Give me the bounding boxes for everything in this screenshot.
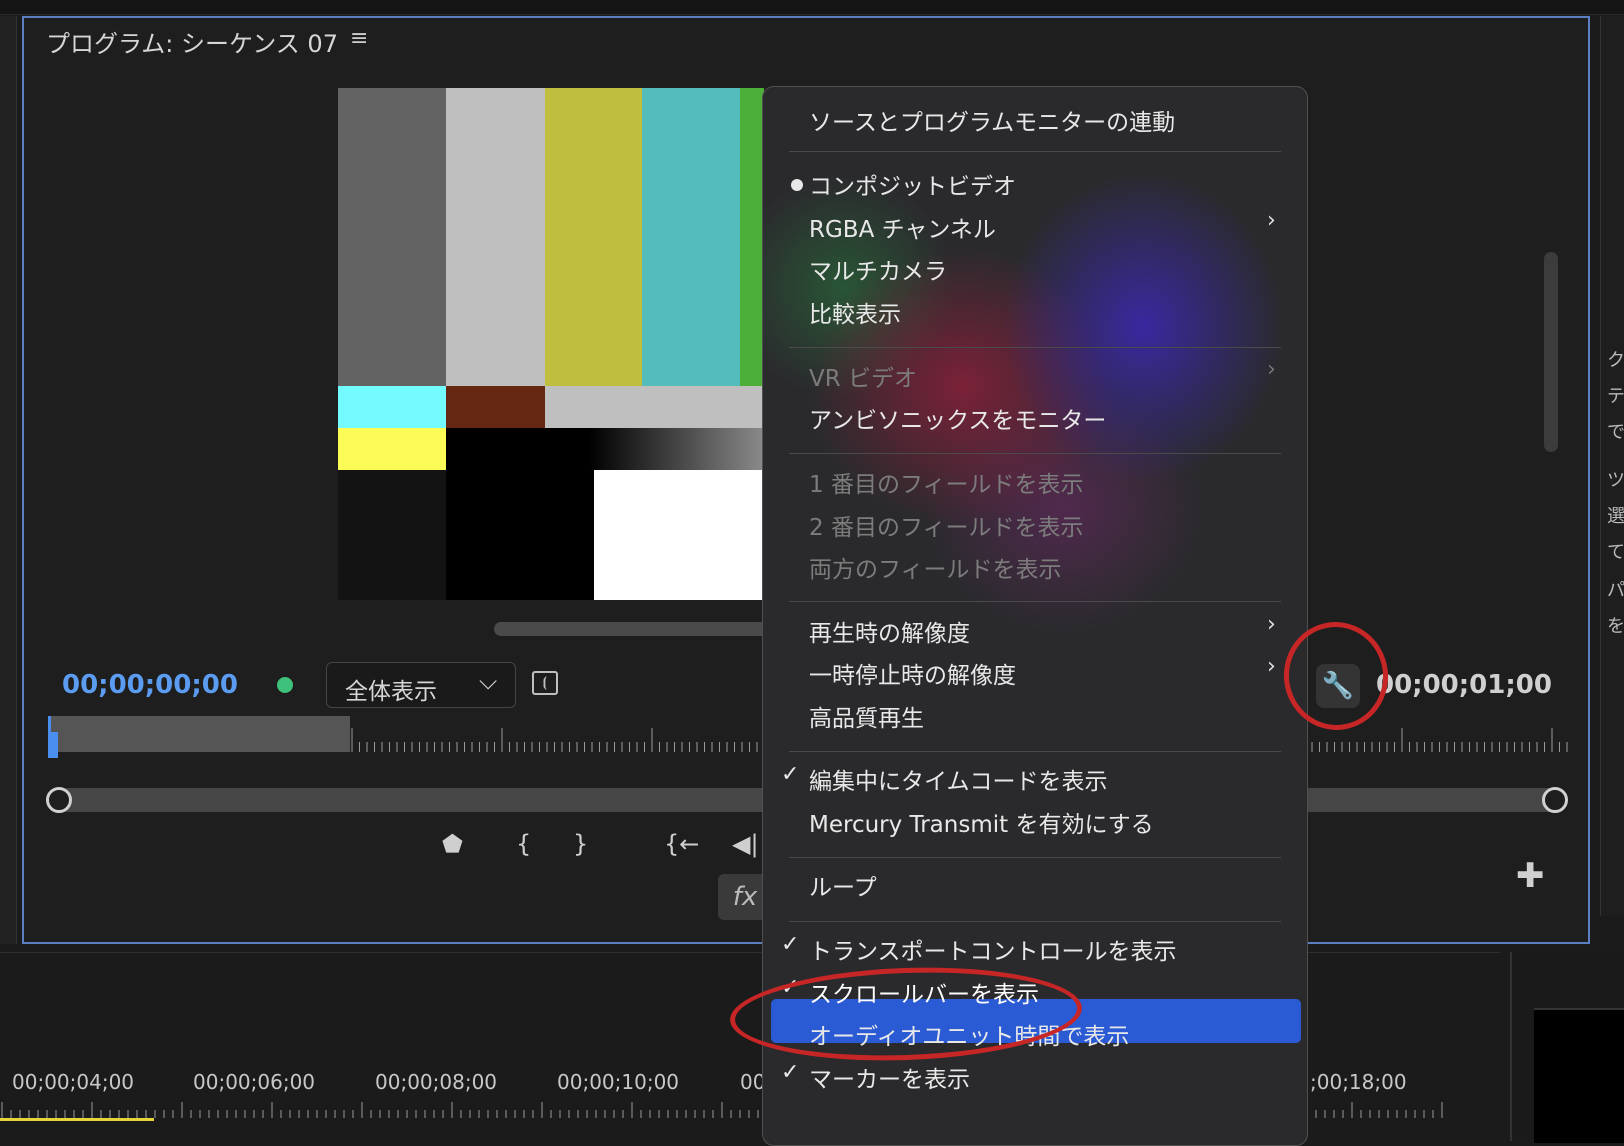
- menu-divider: [789, 601, 1281, 602]
- menu-item-compare-view[interactable]: 比較表示: [809, 295, 901, 329]
- menu-item-vr-video[interactable]: VR ビデオ: [809, 359, 917, 393]
- panel-text: ツ: [1607, 470, 1624, 491]
- menu-divider: [789, 347, 1281, 348]
- color-bar: [594, 470, 764, 600]
- color-bar: [338, 386, 446, 428]
- color-bar: [545, 386, 764, 428]
- chevron-down-icon: ⌵: [479, 667, 498, 695]
- color-bar: [446, 386, 545, 428]
- frame-icon[interactable]: ⦗: [532, 671, 558, 695]
- panel-text: を: [1607, 616, 1624, 637]
- horizontal-scrollbar[interactable]: [494, 622, 774, 636]
- menu-item-ambisonics-monitor[interactable]: アンビソニックスをモニター: [809, 401, 1106, 435]
- radio-dot-icon: [791, 179, 803, 191]
- status-dot: [277, 677, 293, 693]
- go-to-in-button[interactable]: {←: [664, 830, 699, 858]
- ruler-selection[interactable]: [48, 716, 350, 752]
- menu-item-composite-video[interactable]: コンポジットビデオ: [809, 167, 1016, 201]
- menu-item-second-field[interactable]: 2 番目のフィールドを表示: [809, 508, 1083, 542]
- right-side-panel: ク テ で ツ 選 て パ を: [1600, 16, 1624, 916]
- menu-item-rgba-channel[interactable]: RGBA チャンネル: [809, 210, 996, 244]
- menu-divider: [789, 751, 1281, 752]
- menu-divider: [789, 453, 1281, 454]
- mark-in-button[interactable]: {: [516, 830, 531, 858]
- chevron-right-icon: ›: [1267, 357, 1276, 382]
- menu-item-multicam[interactable]: マルチカメラ: [809, 252, 947, 286]
- panel-text: で: [1607, 422, 1624, 443]
- checkmark-icon: ✓: [781, 762, 800, 787]
- video-preview: [338, 88, 764, 600]
- menu-item-loop[interactable]: ループ: [809, 868, 877, 902]
- menu-item-both-fields[interactable]: 両方のフィールドを表示: [809, 550, 1062, 584]
- work-area-bar: [0, 1118, 154, 1121]
- menu-item-show-transport-controls[interactable]: トランスポートコントロールを表示: [809, 932, 1177, 966]
- panel-menu-icon[interactable]: ≡: [350, 26, 368, 51]
- menu-divider: [789, 921, 1281, 922]
- color-bar: [545, 88, 642, 386]
- step-back-button[interactable]: ◀|: [732, 830, 759, 858]
- playhead[interactable]: [48, 732, 58, 758]
- zoom-level-label: 全体表示: [345, 679, 437, 705]
- timeline-time-label: 00;00;06;00: [193, 1070, 316, 1094]
- menu-item-mercury-transmit[interactable]: Mercury Transmit を有効にする: [809, 805, 1154, 839]
- menu-item-first-field[interactable]: 1 番目のフィールドを表示: [809, 465, 1083, 499]
- add-marker-button[interactable]: ⬟: [442, 830, 463, 858]
- panel-text: て: [1607, 542, 1624, 563]
- panel-text: パ: [1607, 580, 1624, 601]
- color-bar: [338, 428, 446, 470]
- chevron-right-icon: ›: [1267, 612, 1276, 637]
- duration-timecode: 00;00;01;00: [1376, 670, 1552, 700]
- zoom-level-select[interactable]: 全体表示 ⌵: [326, 662, 516, 708]
- timeline-time-label: 00;00;10;00: [557, 1070, 680, 1094]
- menu-item-paused-resolution[interactable]: 一時停止時の解像度: [809, 656, 1016, 690]
- color-bar: [446, 428, 764, 470]
- panel-text: ク: [1607, 350, 1624, 371]
- menu-divider: [789, 151, 1281, 152]
- menu-item-link-monitors[interactable]: ソースとプログラムモニターの連動: [809, 103, 1175, 137]
- chevron-right-icon: ›: [1267, 654, 1276, 679]
- timeline-time-label: 00;00;04;00: [12, 1070, 135, 1094]
- add-button[interactable]: ✚: [1516, 856, 1545, 896]
- bottom-right-preview: [1534, 1008, 1624, 1143]
- color-bar: [446, 88, 545, 386]
- menu-item-show-timecode-editing[interactable]: 編集中にタイムコードを表示: [809, 762, 1108, 796]
- panel-text: 選: [1607, 506, 1624, 527]
- vertical-scrollbar[interactable]: [1544, 252, 1558, 452]
- zoom-start-handle[interactable]: [46, 787, 72, 813]
- color-bar: [338, 470, 446, 600]
- menu-item-show-markers[interactable]: マーカーを表示: [809, 1060, 970, 1094]
- chevron-right-icon: ›: [1267, 208, 1276, 233]
- current-timecode[interactable]: 00;00;00;00: [62, 670, 238, 700]
- mark-out-button[interactable]: }: [573, 830, 588, 858]
- checkmark-icon: ✓: [781, 1060, 800, 1085]
- menu-item-high-quality-playback[interactable]: 高品質再生: [809, 699, 924, 733]
- zoom-end-handle[interactable]: [1542, 787, 1568, 813]
- panel-title: プログラム: シーケンス 07: [46, 30, 338, 58]
- left-panel-edge: [0, 16, 17, 944]
- menu-item-playback-resolution[interactable]: 再生時の解像度: [809, 614, 970, 648]
- panel-text: テ: [1607, 386, 1624, 407]
- color-bar: [338, 88, 446, 386]
- color-bar: [446, 470, 594, 600]
- timeline-time-label: 00;00;08;00: [375, 1070, 498, 1094]
- menu-divider: [789, 857, 1281, 858]
- color-bar: [740, 88, 764, 386]
- checkmark-icon: ✓: [781, 932, 800, 957]
- color-bar: [642, 88, 740, 386]
- top-strip: [0, 0, 1624, 15]
- timeline-time-label: ;00;18;00: [1310, 1070, 1407, 1094]
